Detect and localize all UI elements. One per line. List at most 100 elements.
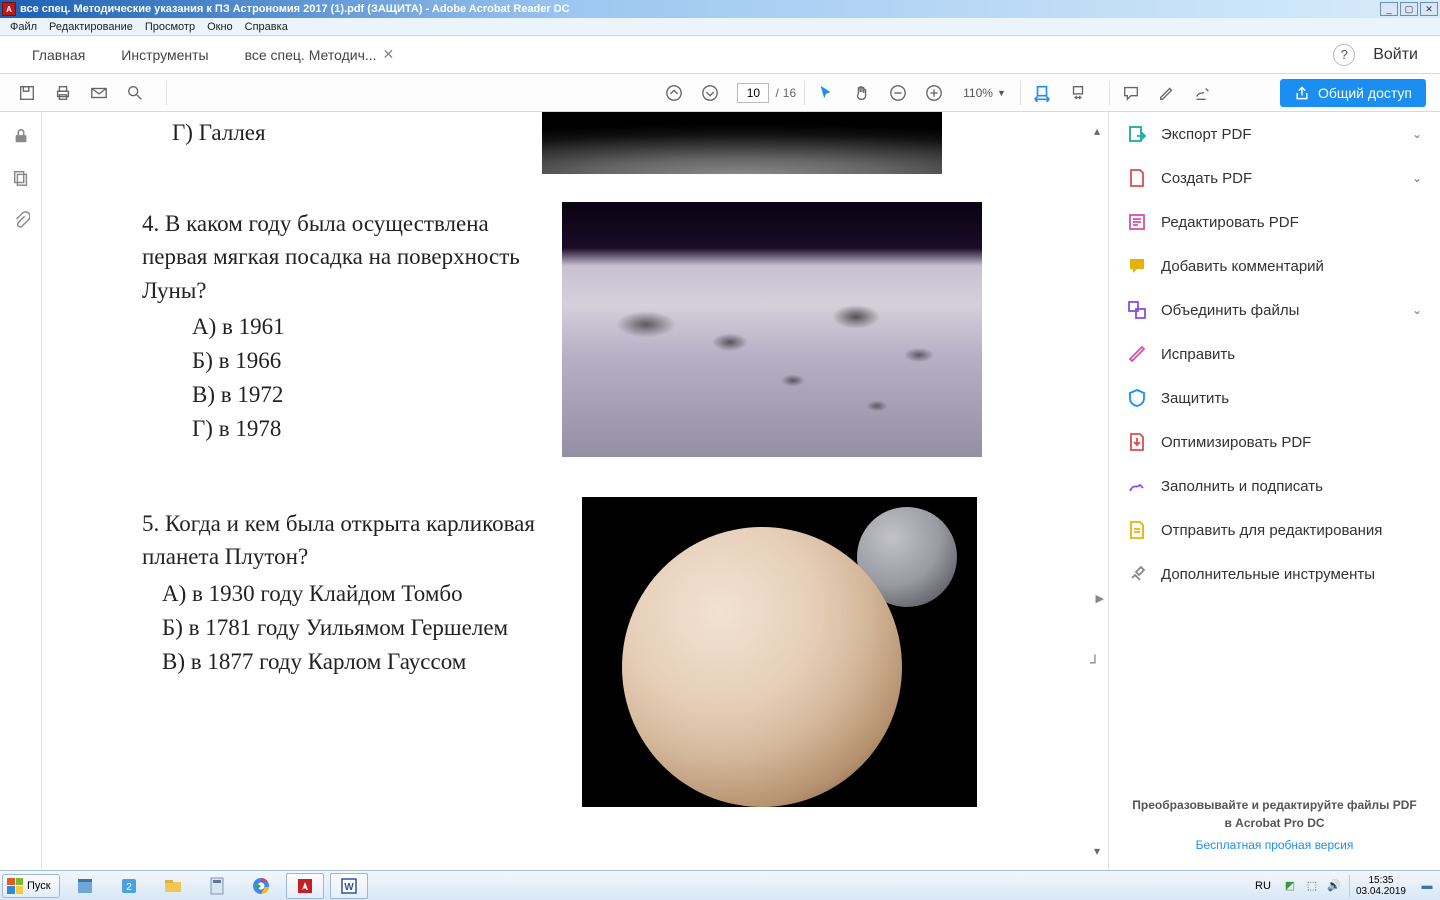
email-icon[interactable] (86, 80, 112, 106)
start-button[interactable]: Пуск (2, 874, 60, 898)
tool-label: Экспорт PDF (1161, 126, 1252, 143)
help-icon[interactable]: ? (1333, 44, 1355, 66)
menu-file[interactable]: Файл (4, 21, 43, 33)
taskbar-app-acrobat[interactable] (286, 873, 324, 899)
fit-width-icon[interactable] (1029, 80, 1055, 106)
shield-icon (1127, 388, 1147, 408)
tool-export-pdf[interactable]: Экспорт PDF⌄ (1109, 112, 1440, 156)
pdf-app-icon: A (2, 2, 16, 16)
promo-link[interactable]: Бесплатная пробная версия (1125, 836, 1424, 854)
save-icon[interactable] (14, 80, 40, 106)
close-button[interactable]: ✕ (1420, 2, 1438, 16)
menu-window[interactable]: Окно (201, 21, 239, 33)
search-icon[interactable] (122, 80, 148, 106)
q4-opt-a: А) в 1961 (192, 310, 285, 343)
sign-icon[interactable] (1190, 80, 1216, 106)
tool-send-for-review[interactable]: Отправить для редактирования (1109, 508, 1440, 552)
q4-title: 4. В каком году была осуществлена первая… (142, 207, 542, 307)
zoom-out-icon[interactable] (885, 80, 911, 106)
lock-icon[interactable] (11, 126, 31, 146)
window-title: все спец. Методические указания к ПЗ Аст… (20, 3, 1380, 15)
tool-create-pdf[interactable]: Создать PDF⌄ (1109, 156, 1440, 200)
tray-icon-1[interactable]: ◩ (1283, 879, 1297, 893)
tool-protect[interactable]: Защитить (1109, 376, 1440, 420)
tool-more-tools[interactable]: Дополнительные инструменты (1109, 552, 1440, 596)
q5-opt-a: А) в 1930 году Клайдом Томбо (162, 577, 463, 610)
tool-redact[interactable]: Исправить (1109, 332, 1440, 376)
fit-page-icon[interactable] (1065, 80, 1091, 106)
document-view[interactable]: ▴ Г) Галлея 4. В каком году была осущест… (42, 112, 1108, 870)
chevron-down-icon: ▼ (997, 88, 1006, 98)
create-pdf-icon (1127, 168, 1147, 188)
tool-label: Оптимизировать PDF (1161, 434, 1311, 451)
q4-opt-c: В) в 1972 (192, 378, 283, 411)
menu-edit[interactable]: Редактирование (43, 21, 139, 33)
optimize-icon (1127, 432, 1147, 452)
svg-text:2: 2 (126, 882, 132, 893)
q4-opt-d: Г) в 1978 (192, 412, 281, 445)
tray-volume-icon[interactable]: 🔊 (1327, 879, 1341, 893)
send-icon (1127, 520, 1147, 540)
page-total: 16 (783, 86, 796, 100)
taskbar-app-word[interactable]: W (330, 873, 368, 899)
taskbar-app-2[interactable]: 2 (110, 873, 148, 899)
tab-close-icon[interactable]: ✕ (383, 46, 395, 63)
tray-show-desktop[interactable]: ▬ (1420, 879, 1434, 893)
svg-text:W: W (344, 882, 354, 893)
tool-label: Добавить комментарий (1161, 258, 1324, 275)
maximize-button[interactable]: ▢ (1400, 2, 1418, 16)
tray-clock[interactable]: 15:35 03.04.2019 (1349, 875, 1412, 897)
page-number-input[interactable] (737, 83, 769, 103)
image-moon-surface (562, 202, 982, 457)
highlight-icon[interactable] (1154, 80, 1180, 106)
print-icon[interactable] (50, 80, 76, 106)
windows-logo-icon (7, 878, 23, 894)
page-down-icon[interactable] (697, 80, 723, 106)
comment-icon[interactable] (1118, 80, 1144, 106)
zoom-value[interactable]: 110% ▼ (963, 86, 1006, 100)
page-up-icon[interactable] (661, 80, 687, 106)
tray-icon-2[interactable]: ⬚ (1305, 879, 1319, 893)
menu-help[interactable]: Справка (239, 21, 294, 33)
tab-home[interactable]: Главная (14, 36, 103, 73)
taskbar-app-calc[interactable] (198, 873, 236, 899)
tool-label: Дополнительные инструменты (1161, 566, 1375, 583)
share-button[interactable]: Общий доступ (1280, 79, 1426, 107)
thumbnails-icon[interactable] (11, 168, 31, 188)
combine-icon (1127, 300, 1147, 320)
tool-fill-sign[interactable]: Заполнить и подписать (1109, 464, 1440, 508)
pointer-icon[interactable] (813, 80, 839, 106)
taskbar-app-chrome[interactable] (242, 873, 280, 899)
share-label: Общий доступ (1318, 85, 1412, 101)
tools-panel: Экспорт PDF⌄ Создать PDF⌄ Редактировать … (1108, 112, 1440, 870)
promo-line2: в Acrobat Pro DC (1125, 814, 1424, 832)
page-sep: / (775, 86, 778, 100)
tool-optimize-pdf[interactable]: Оптимизировать PDF (1109, 420, 1440, 464)
tool-label: Создать PDF (1161, 170, 1252, 187)
zoom-in-icon[interactable] (921, 80, 947, 106)
collapse-right-icon[interactable]: ▶ (1096, 592, 1104, 605)
login-button[interactable]: Войти (1373, 46, 1426, 64)
scroll-down-icon[interactable]: ▾ (1088, 842, 1106, 860)
tool-edit-pdf[interactable]: Редактировать PDF (1109, 200, 1440, 244)
window-titlebar: A все спец. Методические указания к ПЗ А… (0, 0, 1440, 18)
attachment-icon[interactable] (11, 210, 31, 230)
left-nav-rail (0, 112, 42, 870)
taskbar-app-1[interactable] (66, 873, 104, 899)
tool-add-comment[interactable]: Добавить комментарий (1109, 244, 1440, 288)
minimize-button[interactable]: _ (1380, 2, 1398, 16)
scroll-up-icon[interactable]: ▴ (1088, 122, 1106, 140)
sign-icon (1127, 476, 1147, 496)
tab-document-label: все спец. Методич... (245, 47, 377, 63)
tool-combine-files[interactable]: Объединить файлы⌄ (1109, 288, 1440, 332)
promo-line1: Преобразовывайте и редактируйте файлы PD… (1125, 796, 1424, 814)
tray-lang[interactable]: RU (1251, 880, 1275, 892)
hand-icon[interactable] (849, 80, 875, 106)
comment-icon (1127, 256, 1147, 276)
tab-tools[interactable]: Инструменты (103, 36, 226, 73)
export-pdf-icon (1127, 124, 1147, 144)
taskbar-app-3[interactable] (154, 873, 192, 899)
menu-view[interactable]: Просмотр (139, 21, 201, 33)
q5-opt-b: Б) в 1781 году Уильямом Гершелем (162, 611, 508, 644)
tab-document[interactable]: все спец. Методич... ✕ (227, 36, 413, 73)
